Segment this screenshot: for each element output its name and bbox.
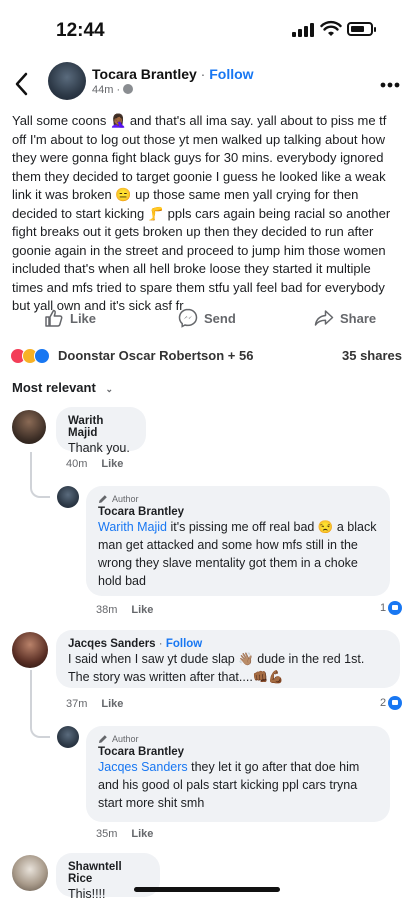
reply-like-button[interactable]: Like xyxy=(131,828,153,840)
comment-like-button[interactable]: Like xyxy=(101,458,123,470)
reply-thread-line xyxy=(30,670,50,738)
back-button[interactable] xyxy=(14,68,36,98)
commenter-avatar[interactable] xyxy=(12,855,48,891)
like-badge-icon xyxy=(388,601,403,615)
post-meta-separator: · xyxy=(116,84,121,96)
comment-meta: 40m Like xyxy=(66,458,123,470)
post-author-line: Tocara Brantley · Follow xyxy=(92,66,254,82)
reply-bubble: Author Tocara Brantley Warith Majid it's… xyxy=(86,486,390,596)
post-time[interactable]: 44m xyxy=(92,84,113,96)
home-indicator xyxy=(134,887,280,892)
reply-text: Warith Majid it's pissing me off real ba… xyxy=(98,518,378,590)
commenter-separator: · xyxy=(158,638,163,650)
author-badge: Author xyxy=(98,494,378,504)
post-meta: 44m · xyxy=(92,84,134,96)
commenter-follow-button[interactable]: Follow xyxy=(166,638,202,650)
commenter-name-line: Jacqes Sanders · Follow xyxy=(68,638,388,650)
reaction-icons xyxy=(10,346,54,366)
comment-text: I said when I saw yt dude slap 👋🏽 dude i… xyxy=(68,652,365,684)
mention-link[interactable]: Jacqes Sanders xyxy=(98,760,188,774)
reply-like-button[interactable]: Like xyxy=(131,604,153,616)
globe-icon xyxy=(123,84,134,94)
post-separator: · xyxy=(200,66,206,82)
comment-bubble: Warith Majid Thank you. xyxy=(56,407,146,455)
send-action-label: Send xyxy=(204,310,236,326)
signal-icon xyxy=(292,23,316,37)
battery-level xyxy=(351,26,364,32)
post-header: Tocara Brantley · Follow 44m · xyxy=(0,60,414,106)
commenter-name[interactable]: Warith Majid xyxy=(68,415,134,439)
comment-meta: 37m Like xyxy=(66,698,123,710)
more-options-button[interactable] xyxy=(380,68,400,94)
reply-author-name[interactable]: Tocara Brantley xyxy=(98,746,378,758)
commenter-name[interactable]: Jacqes Sanders xyxy=(68,638,156,650)
reply-author-name[interactable]: Tocara Brantley xyxy=(98,506,378,518)
like-reaction-icon xyxy=(34,348,50,364)
commenter-name[interactable]: Shawntell Rice xyxy=(68,861,148,885)
comment-text: Thank you. xyxy=(68,441,130,455)
follow-button[interactable]: Follow xyxy=(209,66,253,82)
reactions-summary[interactable]: Doonstar Oscar Robertson + 56 35 shares xyxy=(10,346,404,366)
post-body: Yall some coons 🤦🏾‍♀️ and that's all ima… xyxy=(12,113,391,313)
like-action[interactable]: Like xyxy=(44,308,96,328)
thumbs-up-icon xyxy=(45,309,63,327)
reply-avatar[interactable] xyxy=(57,726,79,748)
author-badge: Author xyxy=(98,734,378,744)
sort-label: Most relevant xyxy=(12,380,96,395)
reply-meta: 38m Like xyxy=(96,604,153,616)
like-action-label: Like xyxy=(70,310,97,326)
comment-sort[interactable]: Most relevant ⌄ xyxy=(12,380,113,395)
share-action-label: Share xyxy=(340,310,377,326)
reply-like-count[interactable]: 1 xyxy=(380,601,403,615)
pencil-icon xyxy=(99,495,107,503)
like-badge-icon xyxy=(388,696,403,710)
comment-like-count[interactable]: 2 xyxy=(380,696,403,710)
reaction-names: Doonstar Oscar Robertson + 56 xyxy=(58,348,254,363)
reply-time: 35m xyxy=(96,828,118,840)
reply-text: Jacqes Sanders they let it go after that… xyxy=(98,758,378,812)
reply-meta: 35m Like xyxy=(96,828,153,840)
author-avatar[interactable] xyxy=(48,62,86,100)
commenter-avatar[interactable] xyxy=(12,410,46,444)
reply-time: 38m xyxy=(96,604,118,616)
commenter-avatar[interactable] xyxy=(12,632,48,668)
mention-link[interactable]: Warith Majid xyxy=(98,520,167,534)
comment-like-button[interactable]: Like xyxy=(101,698,123,710)
comment-like-number: 2 xyxy=(380,697,387,709)
battery-icon xyxy=(347,22,376,36)
share-count[interactable]: 35 shares xyxy=(342,348,402,363)
comment-time: 40m xyxy=(66,458,88,470)
share-action[interactable]: Share xyxy=(314,308,376,328)
reply-thread-line xyxy=(30,452,50,498)
wifi-icon xyxy=(320,20,342,36)
reply-bubble: Author Tocara Brantley Jacqes Sanders th… xyxy=(86,726,390,822)
comment-time: 37m xyxy=(66,698,88,710)
author-badge-label: Author xyxy=(112,734,139,744)
reply-like-number: 1 xyxy=(380,602,387,614)
post-action-bar: Like Send Share xyxy=(0,302,414,336)
status-bar: 12:44 xyxy=(0,0,414,58)
comment-bubble: Jacqes Sanders · Follow I said when I sa… xyxy=(56,630,400,688)
status-time: 12:44 xyxy=(56,20,105,41)
share-arrow-icon xyxy=(314,310,334,326)
pencil-icon xyxy=(99,735,107,743)
chevron-down-icon: ⌄ xyxy=(105,384,113,394)
post-author-name[interactable]: Tocara Brantley xyxy=(92,66,197,82)
messenger-icon xyxy=(178,308,198,328)
reply-avatar[interactable] xyxy=(57,486,79,508)
chevron-left-icon xyxy=(15,72,28,96)
send-action[interactable]: Send xyxy=(178,308,236,328)
author-badge-label: Author xyxy=(112,494,139,504)
more-dots-icon xyxy=(380,82,400,88)
